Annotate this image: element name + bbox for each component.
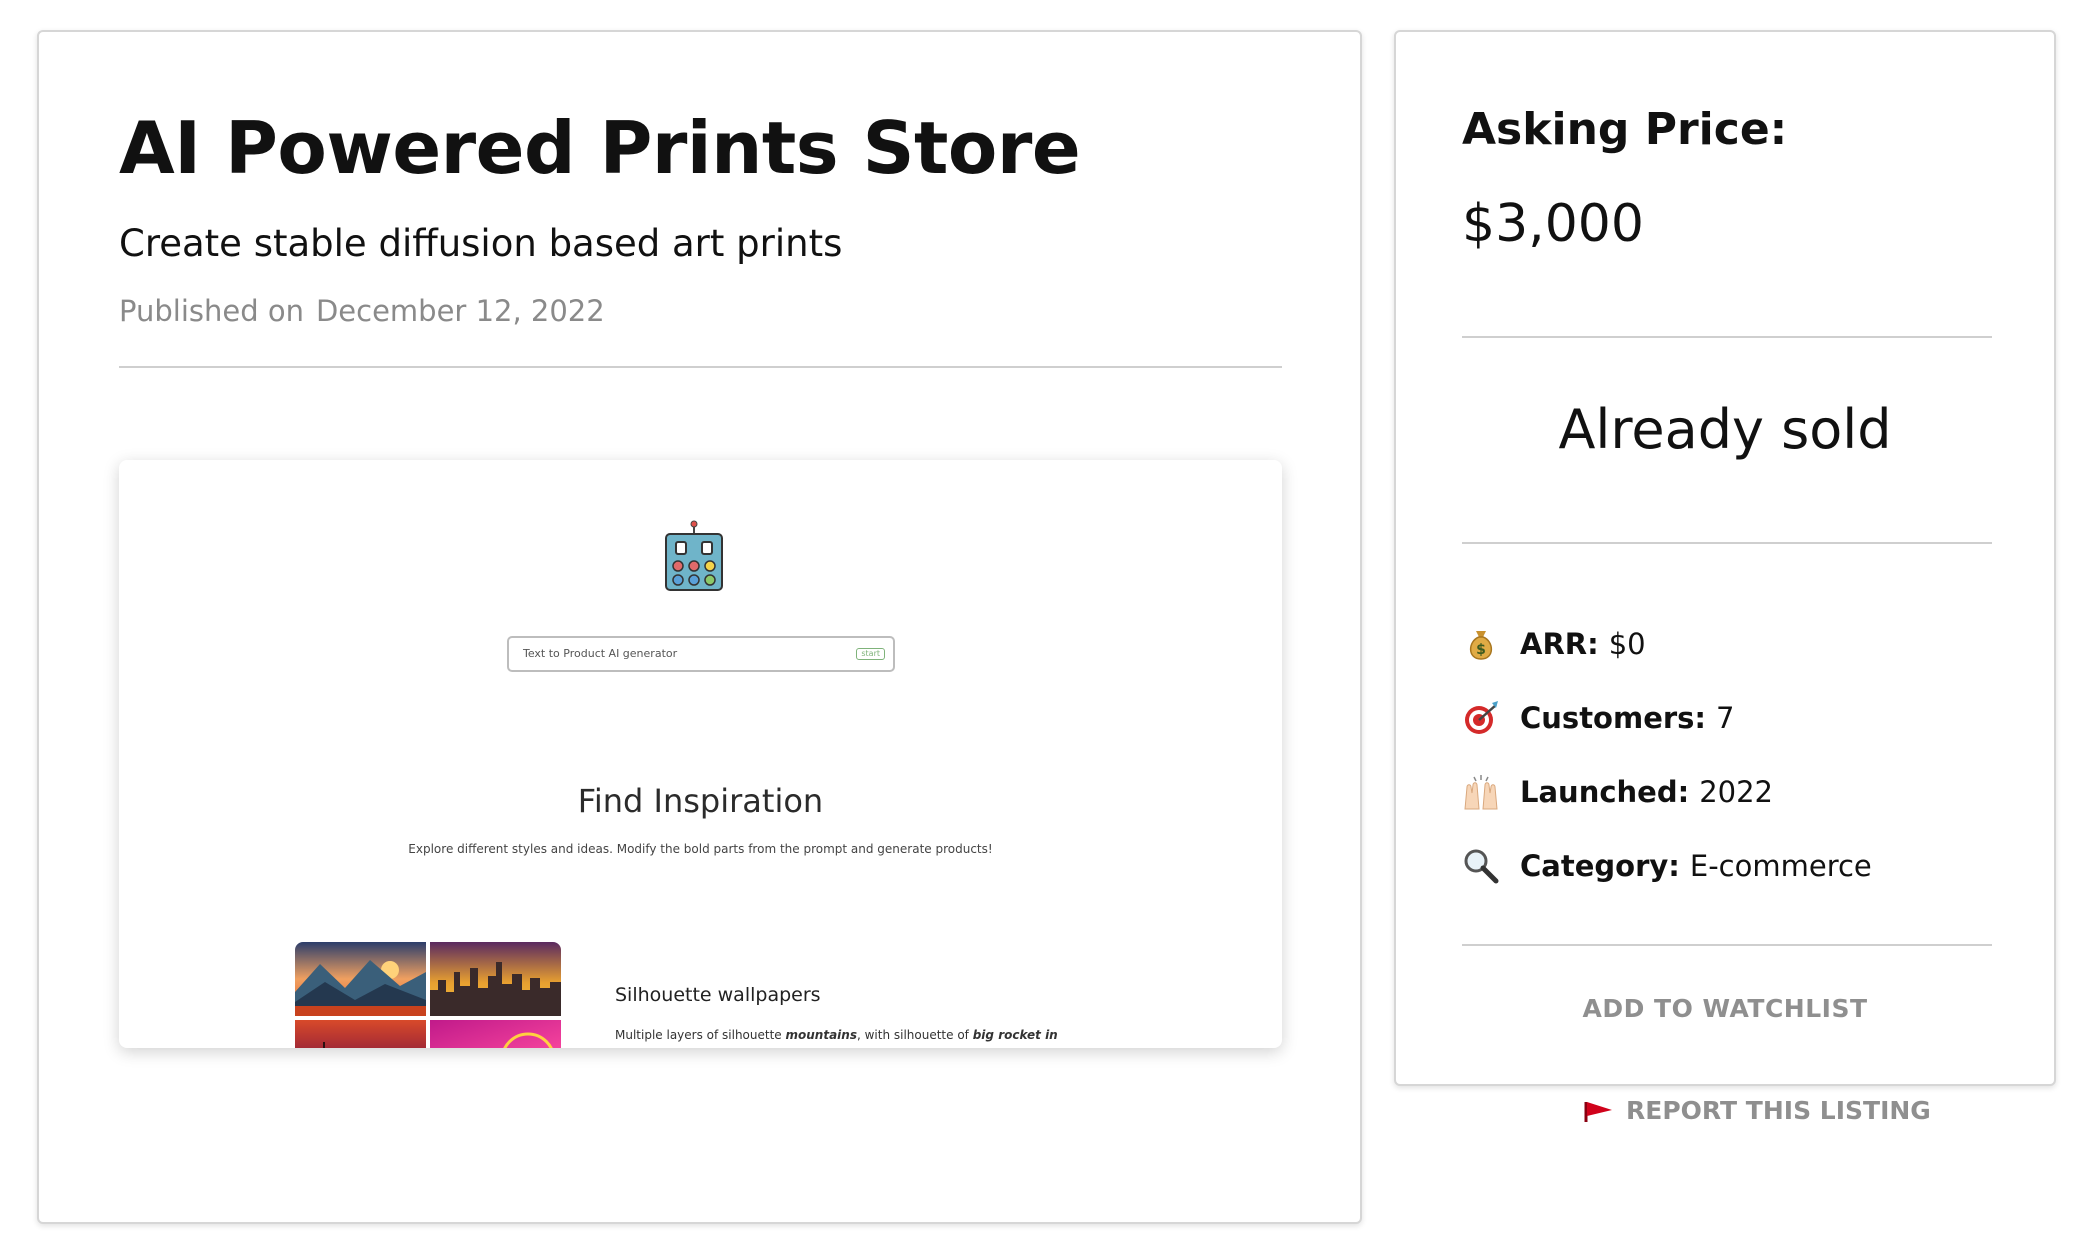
raised-hands-icon [1464,775,1498,810]
stat-customers: Customers: 7 [1462,696,1734,740]
magnifier-icon [1464,849,1499,884]
stat-value: E-commerce [1689,849,1872,883]
example-title: Silhouette wallpapers [615,984,821,1006]
thumbnail-red-sky [295,1020,426,1048]
listing-title: AI Powered Prints Store [119,106,1081,190]
generator-input-placeholder: Text to Product AI generator [523,647,678,660]
thumbnail-pink-planet [430,1020,561,1048]
asking-price-label: Asking Price: [1462,104,1788,155]
stat-label: Launched: [1520,775,1690,809]
robot-logo-icon [665,520,723,591]
example-desc-bold: mountains [785,1028,857,1042]
example-desc-bold: big rocket in [972,1028,1058,1042]
find-inspiration-title: Find Inspiration [577,782,824,820]
target-icon [1465,701,1498,734]
report-listing-label: REPORT THIS LISTING [1626,1096,1931,1125]
svg-text:$: $ [1476,642,1486,658]
asking-price-value: $3,000 [1462,194,1644,254]
stat-value: 7 [1716,701,1735,735]
divider [1462,944,1992,946]
divider [1462,542,1992,544]
stat-label: ARR: [1520,627,1599,661]
stat-launched: Launched: 2022 [1462,770,1773,814]
start-button[interactable]: start [856,648,885,660]
money-bag-icon: $ [1469,631,1493,660]
stat-value: $0 [1608,627,1646,661]
thumbnail-mountains [295,942,426,1016]
example-thumbnails[interactable] [295,942,561,1048]
listing-subtitle: Create stable diffusion based art prints [119,222,843,265]
thumbnail-city [430,942,561,1016]
published-date: Published on December 12, 2022 [119,294,617,328]
divider [1462,336,1992,338]
report-listing-link[interactable]: REPORT THIS LISTING [1584,1096,1931,1125]
divider [119,366,1282,368]
example-description: Multiple layers of silhouette mountains,… [615,1028,1058,1042]
find-inspiration-subtitle: Explore different styles and ideas. Modi… [408,842,993,856]
example-desc-text: Multiple layers of silhouette [615,1028,786,1042]
listing-card: AI Powered Prints Store Create stable di… [37,30,1362,1224]
published-date-value: December 12, 2022 [315,294,605,328]
stat-label: Category: [1520,849,1680,883]
generator-input[interactable]: Text to Product AI generator start [507,636,895,672]
example-desc-text: , with silhouette of [856,1028,973,1042]
stat-label: Customers: [1520,701,1707,735]
stat-category: Category: E-commerce [1462,844,1872,888]
stat-value: 2022 [1699,775,1774,809]
product-screenshot[interactable]: Text to Product AI generator start Find … [119,460,1282,1048]
add-to-watchlist-button[interactable]: ADD TO WATCHLIST [1396,994,2054,1023]
stat-arr: $ ARR: $0 [1462,622,1646,666]
published-label: Published on [119,294,304,328]
red-flag-icon [1584,1101,1612,1122]
price-card: Asking Price: $3,000 Already sold $ ARR:… [1394,30,2056,1086]
sold-status: Already sold [1558,398,1892,461]
